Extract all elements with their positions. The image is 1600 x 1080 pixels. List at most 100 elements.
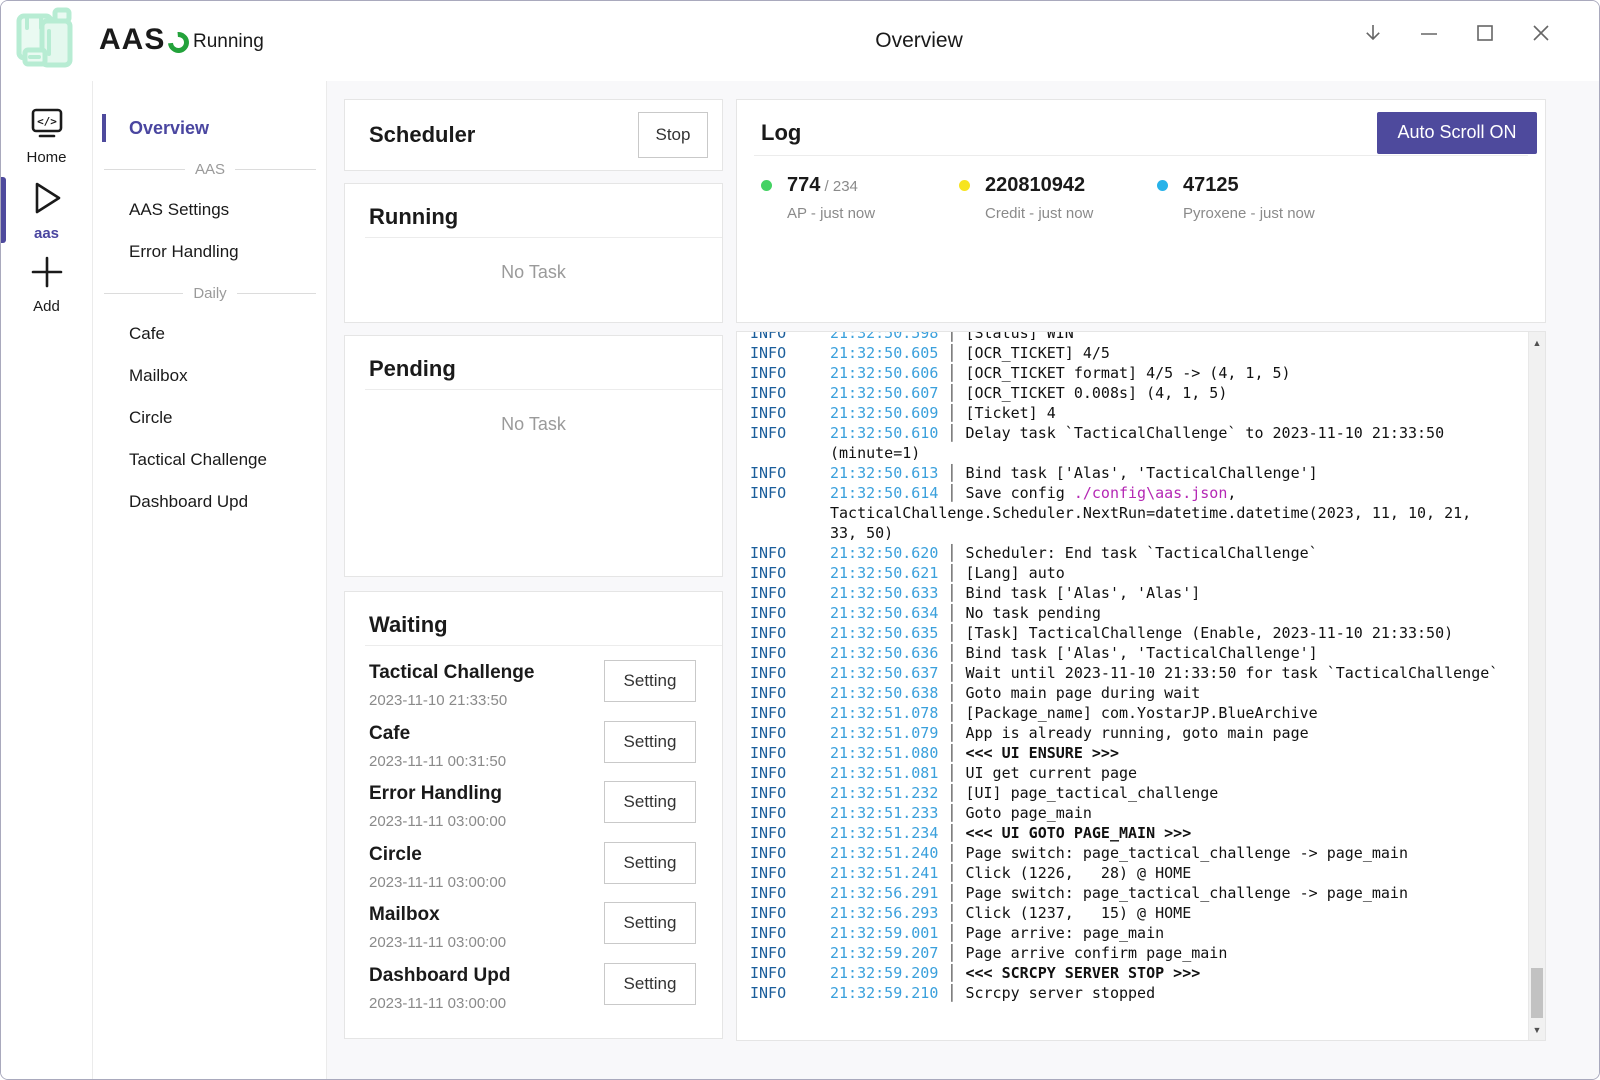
log-entry: INFO21:32:59.210 │ Scrcpy server stopped [750,983,1519,1003]
rail-item-add[interactable]: Add [1,247,92,321]
sidebar-item-aas-settings[interactable]: AAS Settings [94,189,326,231]
log-message: [OCR_TICKET] 4/5 [965,344,1110,362]
rail-item-label: Home [26,149,66,166]
log-level: INFO [750,643,830,663]
log-level: INFO [750,943,830,963]
waiting-task-time: 2023-11-10 21:33:50 [369,692,534,709]
log-timestamp: 21:32:50.638 [830,684,938,702]
divider-line [235,169,316,170]
log-path-segment: ./config\aas.json [1074,484,1228,502]
log-text-segment: Goto page_main [965,804,1091,822]
log-text-segment: Scheduler: End task `TacticalChallenge` [965,544,1317,562]
waiting-title: Waiting [369,612,448,638]
waiting-task-row: Cafe2023-11-11 00:31:50 Setting [369,721,696,782]
setting-button-mailbox[interactable]: Setting [604,902,696,944]
log-text-segment: Bind task ['Alas', 'Alas'] [965,584,1200,602]
log-timestamp: 21:32:50.610 [830,424,938,442]
log-card: Log Auto Scroll ON 774 / 234AP - just no… [736,99,1546,323]
scheduler-title: Scheduler [369,122,475,148]
log-separator: │ [947,984,956,1002]
rail-item-aas[interactable]: aas [1,173,92,247]
stop-button[interactable]: Stop [638,112,708,158]
log-level: INFO [750,823,830,843]
maximize-icon[interactable] [1469,17,1501,49]
waiting-task-name: Mailbox [369,902,506,926]
sidebar-item-circle[interactable]: Circle [94,397,326,439]
log-text-segment: Page arrive: page_main [965,924,1164,942]
log-separator: │ [947,584,956,602]
setting-button-dashboard-upd[interactable]: Setting [604,963,696,1005]
sidebar-item-label: Dashboard Upd [129,492,248,512]
scroll-down-icon[interactable]: ▼ [1529,1021,1545,1038]
log-entry: INFO21:32:59.001 │ Page arrive: page_mai… [750,923,1519,943]
active-indicator-bar [102,114,106,142]
rail-item-home[interactable]: </> Home [1,99,92,173]
waiting-task-name: Cafe [369,721,506,745]
pending-card: Pending No Task [344,335,723,577]
log-timestamp: 21:32:50.620 [830,544,938,562]
sidebar-nav: OverviewAASAAS SettingsError HandlingDai… [94,81,327,1079]
sidebar-item-dashboard-upd[interactable]: Dashboard Upd [94,481,326,523]
waiting-task-row: Mailbox2023-11-11 03:00:00Setting [369,902,696,963]
minimize-icon[interactable] [1413,17,1445,49]
scrollbar-thumb[interactable] [1531,968,1543,1018]
setting-button-tactical-challenge[interactable]: Setting [604,660,696,702]
download-update-icon[interactable] [1357,17,1389,49]
app-window: AAS Running Overview </>HomeaasAdd Overv… [0,0,1600,1080]
log-entry: INFO21:32:50.607 │ [OCR_TICKET 0.008s] (… [750,383,1519,403]
log-separator: │ [947,724,956,742]
waiting-task-info: Cafe2023-11-11 00:31:50 [369,721,506,770]
log-message: Page arrive: page_main [965,924,1164,942]
sidebar-item-cafe[interactable]: Cafe [94,313,326,355]
log-level: INFO [750,843,830,863]
log-separator: │ [947,484,956,502]
log-level: INFO [750,983,830,1003]
log-level: INFO [750,331,830,343]
sidebar-item-label: Circle [129,408,172,428]
setting-button-cafe[interactable]: Setting [604,721,696,763]
log-level: INFO [750,663,830,683]
log-entry: INFO21:32:50.636 │ Bind task ['Alas', 'T… [750,643,1519,663]
log-entry: INFO21:32:50.638 │ Goto main page during… [750,683,1519,703]
scroll-up-icon[interactable]: ▲ [1529,334,1545,351]
log-level: INFO [750,383,830,403]
log-level: INFO [750,963,830,983]
log-entry: INFO21:32:50.633 │ Bind task ['Alas', 'A… [750,583,1519,603]
waiting-task-row: Circle2023-11-11 03:00:00Setting [369,842,696,903]
log-separator: │ [947,964,956,982]
log-scrollbar[interactable]: ▲ ▼ [1528,332,1545,1040]
sidebar-item-tactical-challenge[interactable]: Tactical Challenge [94,439,326,481]
close-icon[interactable] [1525,17,1557,49]
sidebar-item-overview[interactable]: Overview [94,107,326,149]
stat-label: AP - just now [787,205,875,222]
log-level: INFO [750,743,830,763]
stat-text: 774 / 234AP - just now [787,174,875,222]
log-timestamp: 21:32:50.606 [830,364,938,382]
log-timestamp: 21:32:51.234 [830,824,938,842]
setting-button-error-handling[interactable]: Setting [604,781,696,823]
log-entry: INFO21:32:51.240 │ Page switch: page_tac… [750,843,1519,863]
log-timestamp: 21:32:51.240 [830,844,938,862]
auto-scroll-button[interactable]: Auto Scroll ON [1377,112,1537,154]
log-message: Scrcpy server stopped [965,984,1155,1002]
log-level: INFO [750,543,830,563]
log-text-segment: [Task] TacticalChallenge (Enable, 2023-1… [965,624,1453,642]
log-timestamp: 21:32:51.079 [830,724,938,742]
stat-dot-icon [761,180,772,191]
log-separator: │ [947,464,956,482]
log-message: Page arrive confirm page_main [965,944,1227,962]
home-icon: </> [27,107,67,146]
sidebar-item-error-handling[interactable]: Error Handling [94,231,326,273]
log-separator: │ [947,331,956,342]
log-separator: │ [947,644,956,662]
log-timestamp: 21:32:50.621 [830,564,938,582]
waiting-task-info: Error Handling2023-11-11 03:00:00 [369,781,506,830]
log-text-segment: Page switch: page_tactical_challenge -> … [965,844,1408,862]
setting-button-circle[interactable]: Setting [604,842,696,884]
log-message: <<< UI ENSURE >>> [965,744,1119,762]
add-icon [29,254,65,295]
log-message: UI get current page [965,764,1137,782]
log-output-panel: INFO21:32:50.598 │ [Status] WININFO21:32… [736,331,1546,1041]
sidebar-item-mailbox[interactable]: Mailbox [94,355,326,397]
log-entry: INFO21:32:51.079 │ App is already runnin… [750,723,1519,743]
